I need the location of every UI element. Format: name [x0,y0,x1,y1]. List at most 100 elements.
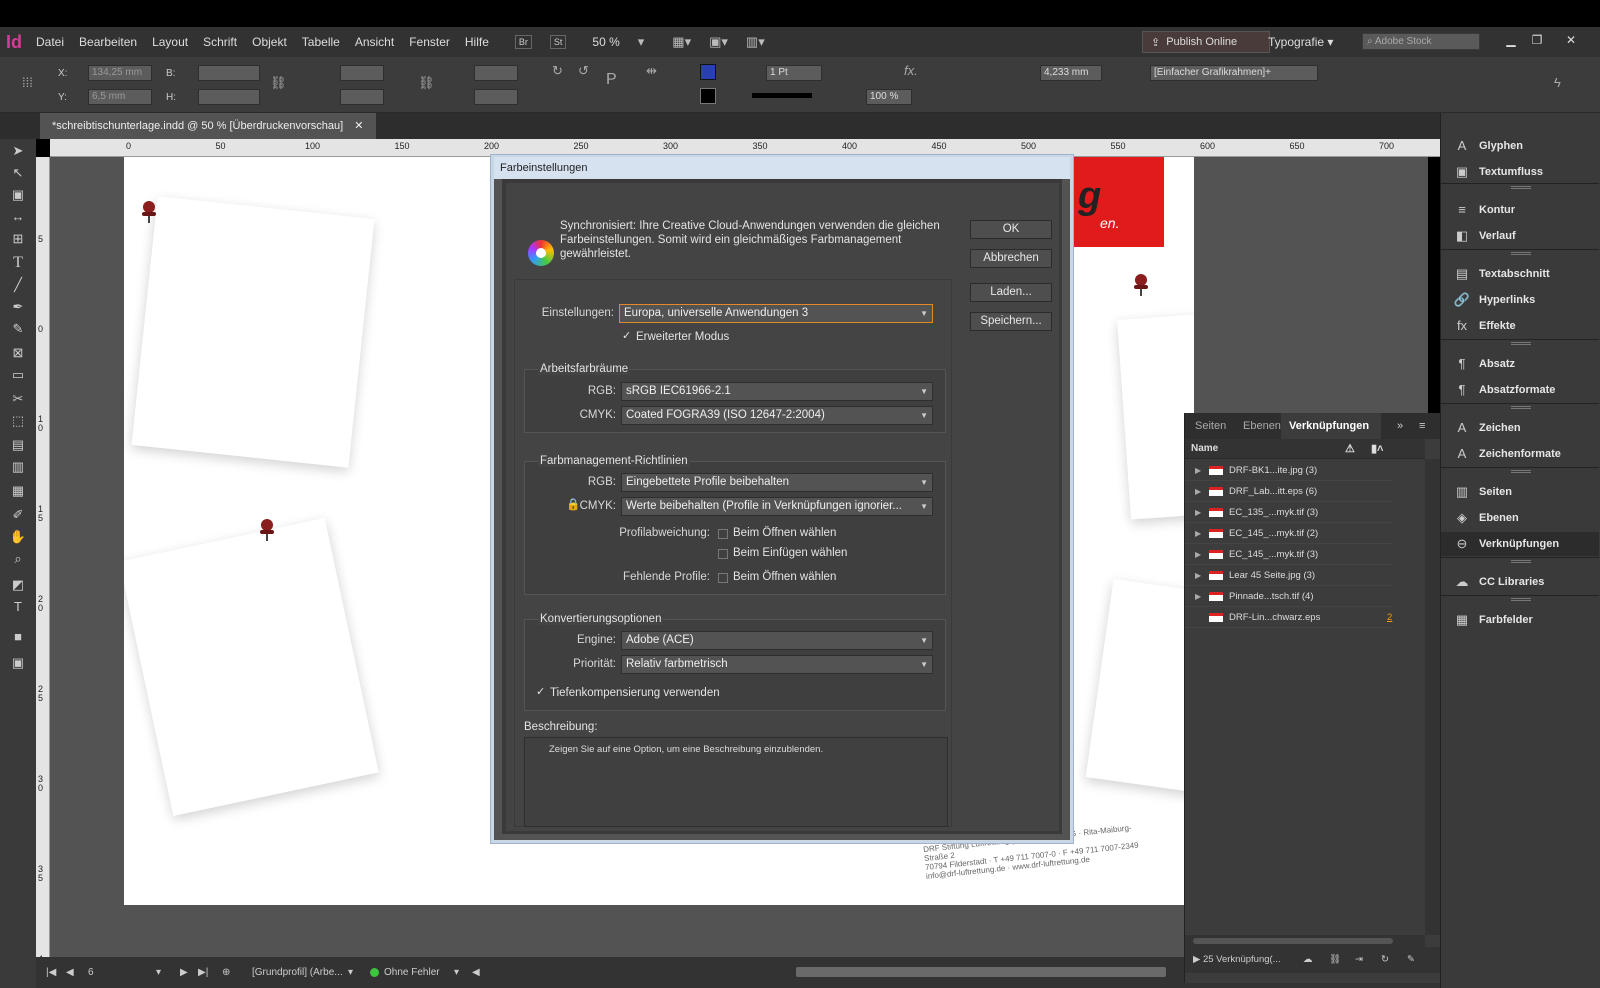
preflight-profile[interactable]: [Grundprofil] (Arbe... [252,967,343,978]
shear-field[interactable] [474,89,518,105]
list-item[interactable]: ▶ DRF-BK1...ite.jpg (3) [1185,460,1393,481]
tab-verknuepfungen[interactable]: Verknüpfungen [1281,413,1381,439]
rgb-space-select[interactable]: sRGB IEC61966-2.1 ▼ [621,382,933,401]
cc-link-icon[interactable]: ☁ [1303,947,1313,973]
screen-mode-icon[interactable]: ▣▾ [709,34,728,50]
menu-objekt[interactable]: Objekt [252,35,287,49]
intent-select[interactable]: Relativ farbmetrisch ▼ [621,655,933,674]
warning-column-icon[interactable]: ⚠ [1345,439,1355,459]
panel-item-gradient[interactable]: ◧ Verlauf [1441,224,1599,248]
link-icon[interactable]: ⛓ [270,75,287,91]
flip-horizontal-icon[interactable]: ⇹ [646,63,657,79]
width-field[interactable] [198,65,260,81]
mismatch-paste-label[interactable]: Beim Einfügen wählen [733,547,847,559]
reference-point-icon[interactable]: ⁞⁞⁞ [22,75,33,90]
open-page-icon[interactable]: ⊕ [222,967,230,978]
panel-item-hyperlinks[interactable]: 🔗 Hyperlinks [1441,288,1599,312]
advanced-mode-label[interactable]: Erweiterter Modus [636,331,729,343]
stroke-type-preview[interactable] [752,93,812,98]
panel-item-character[interactable]: A Zeichen [1441,416,1599,440]
expand-row-icon[interactable]: ▶ [1195,586,1201,607]
workspace-switcher[interactable]: Typografie ▾ [1268,35,1333,49]
expand-row-icon[interactable]: ▶ [1195,544,1201,565]
gradient-feather-tool-icon[interactable]: ▥ [7,457,29,477]
page-column-icon[interactable]: ▮˄ [1371,439,1383,459]
arrange-documents-icon[interactable]: ▥▾ [746,34,765,50]
line-tool-icon[interactable]: ╱ [7,275,29,295]
pen-tool-icon[interactable]: ✒ [7,297,29,317]
panel-item-layers[interactable]: ◈ Ebenen [1441,506,1599,530]
minimize-icon[interactable]: ▁ [1500,33,1522,47]
preflight-dropdown-icon[interactable]: ▾ [454,967,459,978]
cmyk-space-select[interactable]: Coated FOGRA39 (ISO 12647-2:2004) ▼ [621,406,933,425]
eyedropper-tool-icon[interactable]: ✐ [7,505,29,525]
object-style-select[interactable]: [Einfacher Grafikrahmen]+ [1150,65,1318,81]
panel-item-glyphs[interactable]: A Glyphen [1441,134,1599,158]
panel-item-pages[interactable]: ▥ Seiten [1441,480,1599,504]
rotate-ccw-icon[interactable]: ↺ [578,63,589,79]
panel-item-cc-libraries[interactable]: ☁ CC Libraries [1441,570,1599,594]
zoom-select[interactable]: 50 % [592,35,619,49]
panel-group-grip[interactable] [1511,560,1531,563]
fx-icon[interactable]: fx. [904,63,918,78]
bridge-button[interactable]: Br [514,35,532,49]
first-page-icon[interactable]: |◀ [46,967,56,978]
scale-y-field[interactable] [340,89,384,105]
panel-item-paragraph-styles[interactable]: ¶ Absatzformate [1441,378,1599,402]
dialog-title[interactable]: Farbeinstellungen [494,157,1070,179]
engine-select[interactable]: Adobe (ACE) ▼ [621,631,933,650]
menu-ansicht[interactable]: Ansicht [355,35,394,49]
panel-item-text-frame[interactable]: ▤ Textabschnitt [1441,262,1599,286]
x-position-field[interactable]: 134,25 mm [88,65,152,81]
settings-select[interactable]: Europa, universelle Anwendungen 3 ▼ [619,304,933,323]
apply-color-icon[interactable]: ■ [7,627,29,647]
list-item[interactable]: ▶ Pinnade...tsch.tif (4) [1185,586,1393,607]
adobe-stock-search[interactable]: ⌕ Adobe Stock [1362,33,1480,50]
links-column-header[interactable]: Name ⚠ ▮˄ [1185,439,1425,459]
link-page-number[interactable]: 2 [1387,607,1392,628]
height-field[interactable] [198,89,260,105]
save-button[interactable]: Speichern... [970,312,1052,331]
mismatch-open-checkbox[interactable] [718,529,728,539]
gap-tool-icon[interactable]: ↔ [7,207,29,227]
last-page-icon[interactable]: ▶| [198,967,208,978]
y-position-field[interactable]: 6,5 mm [88,89,152,105]
menu-hilfe[interactable]: Hilfe [465,35,489,49]
relink-icon[interactable]: ⛓ [1329,947,1341,973]
rotation-field[interactable] [474,65,518,81]
panel-item-stroke[interactable]: ≡ Kontur [1441,198,1599,222]
missing-open-label[interactable]: Beim Öffnen wählen [733,571,836,583]
stock-button[interactable]: St [549,35,567,49]
selection-tool-icon[interactable]: ➤ [7,141,29,161]
checkmark-icon[interactable]: ✓ [536,685,545,698]
hand-tool-icon[interactable]: ✋ [7,527,29,547]
close-icon[interactable]: ✕ [1560,33,1582,47]
cancel-button[interactable]: Abbrechen [970,249,1052,268]
bpc-label[interactable]: Tiefenkompensierung verwenden [550,687,720,699]
profile-dropdown-icon[interactable]: ▾ [348,967,353,978]
rgb-policy-select[interactable]: Eingebettete Profile beibehalten ▼ [621,473,933,492]
list-item[interactable]: ▶ EC_135_...myk.tif (3) [1185,502,1393,523]
panel-menu-icon[interactable]: ≡ [1419,420,1425,432]
offset-field[interactable]: 4,233 mm [1040,65,1102,81]
expand-row-icon[interactable]: ▶ [1195,481,1201,502]
expand-row-icon[interactable]: ▶ [1195,523,1201,544]
panel-group-grip[interactable] [1511,252,1531,255]
tab-ebenen[interactable]: Ebenen [1243,420,1281,432]
load-button[interactable]: Laden... [970,283,1052,302]
links-vertical-scrollbar[interactable] [1425,459,1441,935]
horizontal-scrollbar[interactable] [796,967,1166,977]
next-page-icon[interactable]: ▶ [180,967,188,978]
goto-link-icon[interactable]: ⇥ [1355,947,1363,973]
tab-seiten[interactable]: Seiten [1195,420,1226,432]
mismatch-open-label[interactable]: Beim Öffnen wählen [733,527,836,539]
document-tab[interactable]: *schreibtischunterlage.indd @ 50 % [Über… [40,113,376,139]
mismatch-paste-checkbox[interactable] [718,549,728,559]
stroke-swatch[interactable] [700,88,716,104]
publish-online-button[interactable]: ⇪ Publish Online [1142,31,1270,53]
menu-datei[interactable]: Datei [36,35,64,49]
constrain-icon[interactable]: ⛓ [418,75,435,91]
type-tool-icon[interactable]: T [7,253,29,273]
panel-group-grip[interactable] [1511,406,1531,409]
missing-open-checkbox[interactable] [718,573,728,583]
